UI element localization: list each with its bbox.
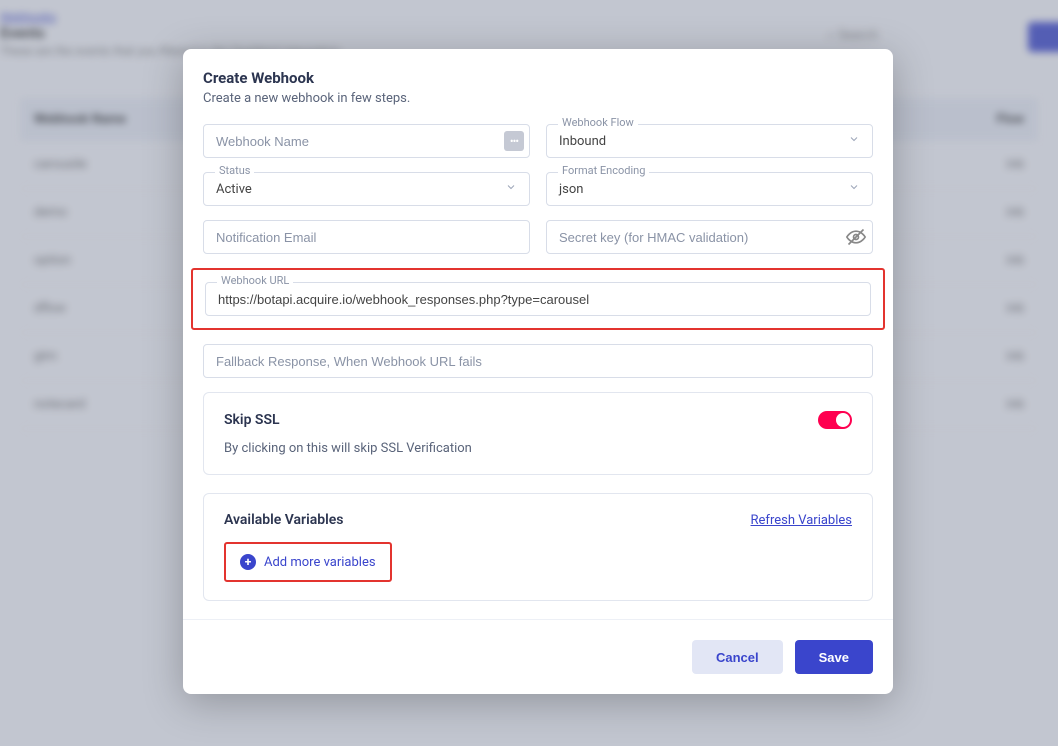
modal-title: Create Webhook [203, 69, 873, 87]
add-variables-label: Add more variables [264, 555, 376, 570]
webhook-url-input[interactable] [205, 282, 871, 316]
status-label: Status [215, 164, 254, 177]
eye-hidden-icon[interactable] [845, 227, 867, 247]
webhook-flow-field: Webhook Flow Inbound [546, 124, 873, 158]
skip-ssl-card: Skip SSL By clicking on this will skip S… [203, 392, 873, 475]
format-label: Format Encoding [558, 164, 649, 177]
webhook-name-field: ••• [203, 124, 530, 158]
skip-ssl-toggle[interactable] [818, 411, 852, 429]
flow-label: Webhook Flow [558, 116, 638, 129]
webhook-flow-select[interactable]: Inbound [546, 124, 873, 158]
webhook-url-highlight: Webhook URL [191, 268, 885, 330]
modal-subtitle: Create a new webhook in few steps. [203, 91, 873, 106]
format-field: Format Encoding json [546, 172, 873, 206]
variables-title: Available Variables [224, 512, 344, 528]
chevron-down-icon [848, 133, 860, 149]
toggle-knob [836, 413, 850, 427]
add-variables-button[interactable]: + Add more variables [224, 542, 392, 582]
webhook-name-input[interactable] [203, 124, 530, 158]
flow-value: Inbound [559, 134, 606, 149]
status-value: Active [216, 182, 252, 197]
cancel-button[interactable]: Cancel [692, 640, 783, 674]
status-select[interactable]: Active [203, 172, 530, 206]
chevron-down-icon [505, 181, 517, 197]
skip-ssl-desc: By clicking on this will skip SSL Verifi… [224, 441, 852, 456]
url-label: Webhook URL [217, 274, 293, 287]
lastpass-icon[interactable]: ••• [504, 131, 524, 151]
notification-email-field [203, 220, 530, 254]
refresh-variables-link[interactable]: Refresh Variables [751, 513, 852, 528]
plus-icon: + [240, 554, 256, 570]
notification-email-input[interactable] [203, 220, 530, 254]
create-webhook-modal: Create Webhook Create a new webhook in f… [183, 49, 893, 694]
status-field: Status Active [203, 172, 530, 206]
fallback-field [203, 344, 873, 378]
secret-key-field [546, 220, 873, 254]
save-button[interactable]: Save [795, 640, 873, 674]
fallback-input[interactable] [203, 344, 873, 378]
skip-ssl-title: Skip SSL [224, 412, 280, 428]
format-value: json [559, 182, 583, 197]
modal-footer: Cancel Save [183, 619, 893, 694]
chevron-down-icon [848, 181, 860, 197]
variables-card: Available Variables Refresh Variables + … [203, 493, 873, 601]
secret-key-input[interactable] [546, 220, 873, 254]
format-select[interactable]: json [546, 172, 873, 206]
